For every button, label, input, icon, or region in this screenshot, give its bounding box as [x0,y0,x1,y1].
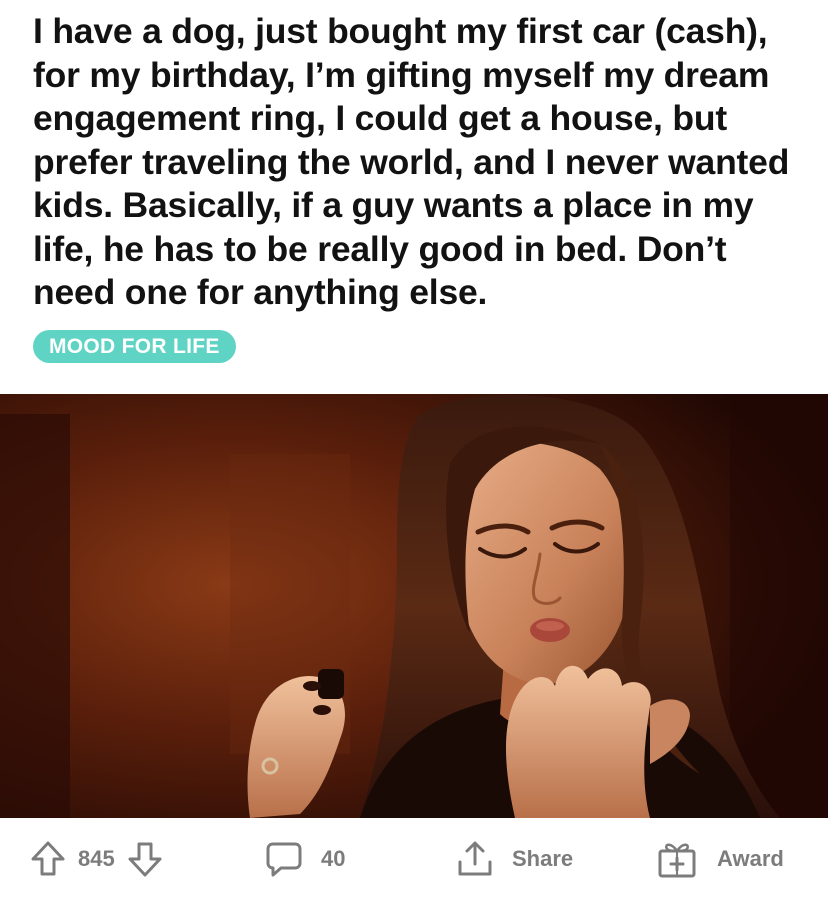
gift-box-icon [658,843,696,878]
downvote-button[interactable] [127,840,163,878]
post-title[interactable]: I have a dog, just bought my first car (… [33,10,803,315]
speech-bubble-icon [266,842,302,877]
share-button[interactable]: Share [456,818,573,900]
award-label: Award [717,846,784,871]
award-button[interactable]: Award [657,818,784,900]
post-flair[interactable]: MOOD FOR LIFE [33,330,236,363]
share-upload-icon [458,841,492,876]
post-media-image[interactable] [0,394,828,818]
arrow-down-icon [128,842,162,877]
arrow-up-icon [31,841,65,876]
vote-group: 845 [30,818,163,900]
vote-count: 845 [78,846,115,871]
media-illustration [0,394,828,818]
share-label: Share [512,846,574,871]
post-card: I have a dog, just bought my first car (… [0,0,828,900]
post-action-bar: 845 40 Share Award [0,818,828,900]
comments-button[interactable]: 40 [265,818,345,900]
upvote-button[interactable] [30,840,66,878]
comment-count: 40 [321,846,346,871]
